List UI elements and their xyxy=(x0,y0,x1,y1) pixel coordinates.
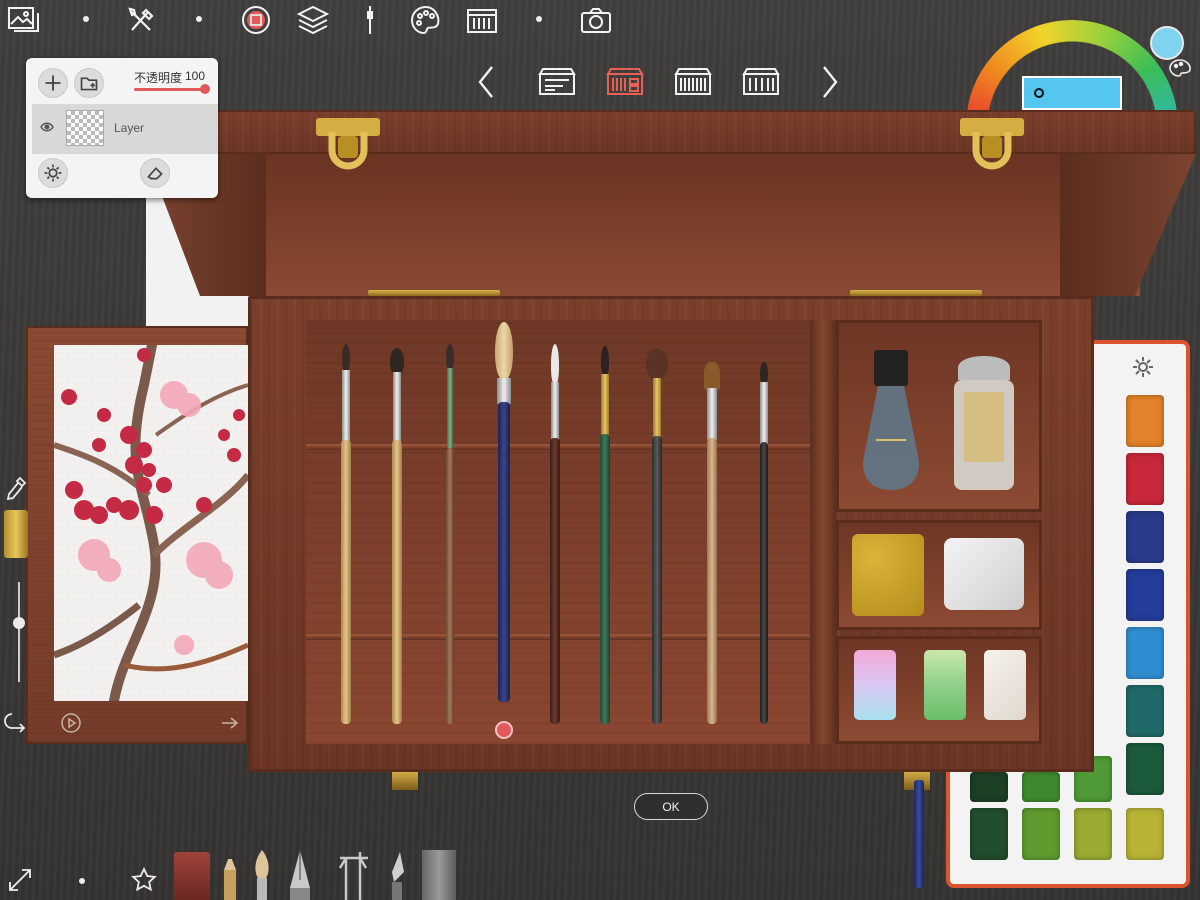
painting-preview[interactable] xyxy=(54,345,248,701)
next-board-chevron-icon[interactable] xyxy=(816,64,842,100)
board-option-pencil-icon[interactable] xyxy=(740,66,782,98)
salt-shaker[interactable] xyxy=(950,352,1018,492)
brush-4[interactable] xyxy=(493,322,515,702)
brush-5[interactable] xyxy=(548,344,562,724)
board-option-watercolor-icon[interactable] xyxy=(604,66,646,98)
clear-layer-eraser-icon[interactable] xyxy=(140,158,170,188)
paint-pan[interactable] xyxy=(1126,511,1164,563)
paint-pan[interactable] xyxy=(1126,808,1164,860)
lid-clasp-left xyxy=(316,112,380,170)
sponge[interactable] xyxy=(852,534,924,616)
paint-pan[interactable] xyxy=(1126,395,1164,447)
add-folder-button[interactable] xyxy=(74,68,104,98)
lid-clasp-right xyxy=(960,112,1024,170)
ok-button[interactable]: OK xyxy=(634,793,708,820)
ink-bottle[interactable] xyxy=(856,350,926,492)
blue-pencil-in-palette[interactable] xyxy=(914,780,924,888)
paint-pan[interactable] xyxy=(1022,808,1060,860)
knife-tool-icon[interactable] xyxy=(388,852,406,900)
brush-2[interactable] xyxy=(389,348,405,724)
layer-name: Layer xyxy=(114,121,145,135)
eraser-tool-icon[interactable] xyxy=(174,852,210,900)
opacity-slider-knob[interactable] xyxy=(200,84,210,94)
opacity-label: 不透明度 xyxy=(134,71,183,85)
box-lid xyxy=(146,110,1196,154)
favorite-star-icon[interactable] xyxy=(130,866,158,894)
cloth-rag[interactable] xyxy=(944,538,1024,610)
opacity-slider[interactable] xyxy=(134,88,206,91)
toolbar-separator xyxy=(83,16,89,22)
paint-pan[interactable] xyxy=(1074,808,1112,860)
paint-pan[interactable] xyxy=(1126,743,1164,795)
paint-pan[interactable] xyxy=(1126,685,1164,737)
color-picker-knob[interactable] xyxy=(1034,88,1044,98)
brush-box-icon[interactable] xyxy=(464,4,500,36)
pencil-tool-icon[interactable] xyxy=(222,854,238,900)
previous-board-chevron-icon[interactable] xyxy=(474,64,500,100)
play-icon[interactable] xyxy=(60,712,82,734)
paint-pan[interactable] xyxy=(1022,772,1060,802)
brush-3[interactable] xyxy=(444,344,456,724)
layer-panel: 不透明度 100 Layer xyxy=(26,58,218,198)
export-arrow-icon[interactable] xyxy=(220,714,242,732)
eraser-pink-blue[interactable] xyxy=(854,650,896,720)
toolbar-separator xyxy=(79,878,85,884)
palette-icon[interactable] xyxy=(408,4,444,36)
camera-icon[interactable] xyxy=(578,4,614,36)
tools-icon[interactable] xyxy=(124,4,160,36)
lid-inner-panel xyxy=(200,154,1140,296)
record-icon[interactable] xyxy=(238,4,274,36)
paint-pan[interactable] xyxy=(970,772,1008,802)
brush-icon[interactable] xyxy=(352,4,388,36)
palette-settings-gear-icon[interactable] xyxy=(1132,356,1154,378)
palette-mini-icon[interactable] xyxy=(1168,58,1192,78)
lid-side-right xyxy=(1060,154,1196,296)
brush-1[interactable] xyxy=(339,344,353,724)
selected-brush-indicator xyxy=(495,721,513,739)
add-layer-button[interactable] xyxy=(38,68,68,98)
layers-icon[interactable] xyxy=(295,4,331,36)
paint-pan[interactable] xyxy=(970,808,1008,860)
paint-pan[interactable] xyxy=(1126,453,1164,505)
visibility-eye-icon[interactable] xyxy=(40,120,54,132)
eyedropper-icon[interactable] xyxy=(4,475,28,503)
fullscreen-icon[interactable] xyxy=(6,866,34,894)
layer-thumbnail[interactable] xyxy=(66,110,104,146)
box-foot-left xyxy=(392,772,418,790)
toolbar-separator xyxy=(196,16,202,22)
brush-size-slider[interactable] xyxy=(18,582,20,682)
pen-nib-tool-icon[interactable] xyxy=(288,850,312,900)
brush-size-slider-knob[interactable] xyxy=(13,617,25,629)
board-option-sketch-icon[interactable] xyxy=(536,66,578,98)
drawer-latch xyxy=(4,510,28,558)
sharpener-tool-icon[interactable] xyxy=(422,850,456,900)
eraser-white[interactable] xyxy=(984,650,1026,720)
gallery-icon[interactable] xyxy=(6,4,42,36)
box-divider xyxy=(810,320,836,744)
brush-7[interactable] xyxy=(645,348,669,724)
paint-pan[interactable] xyxy=(1126,627,1164,679)
brush-6[interactable] xyxy=(598,346,612,724)
layer-settings-gear-icon[interactable] xyxy=(38,158,68,188)
brush-8[interactable] xyxy=(703,362,721,724)
current-color-circle[interactable] xyxy=(1150,26,1184,60)
eraser-green[interactable] xyxy=(924,650,966,720)
paint-pan[interactable] xyxy=(1126,569,1164,621)
undo-icon[interactable] xyxy=(4,708,30,734)
brush-9[interactable] xyxy=(758,362,770,724)
board-option-oil-icon[interactable] xyxy=(672,66,714,98)
brush-tool-icon[interactable] xyxy=(252,850,272,900)
opacity-value: 100 xyxy=(185,69,206,83)
caliper-tool-icon[interactable] xyxy=(336,848,372,900)
toolbar-separator xyxy=(536,16,542,22)
